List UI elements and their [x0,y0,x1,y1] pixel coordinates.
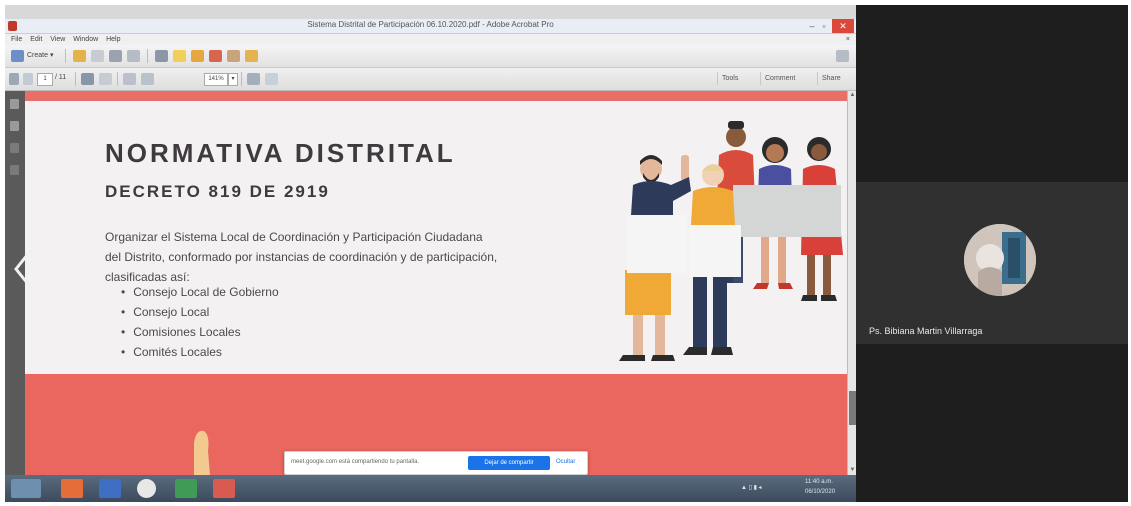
close-button[interactable]: ✕ [832,19,854,33]
minimize-button[interactable]: – [806,19,818,33]
page-total: / 11 [55,74,67,81]
screen-share-notice: meet.google.com está compartiendo tu pan… [284,451,588,475]
toolbar-divider [241,72,242,86]
main-toolbar: Create ▾ [5,45,856,68]
slide-content: NORMATIVA DISTRITAL DECRETO 819 DE 2919 … [25,101,847,374]
create-icon[interactable] [11,50,24,62]
toolbar-divider [147,49,148,63]
hand-illustration [194,430,210,475]
toolbar-divider [117,72,118,86]
participant-tile[interactable]: Ps. Bibiana Martin Villarraga [856,182,1128,344]
protest-illustration [619,121,843,361]
attachments-icon[interactable] [10,165,19,175]
print-icon[interactable] [109,50,122,62]
avatar-photo-icon [964,224,1036,296]
save-icon[interactable] [91,50,104,62]
avatar [964,224,1036,296]
start-icon[interactable] [11,479,41,498]
zoom-in-icon[interactable] [141,73,154,85]
expand-icon[interactable] [836,50,849,62]
forms-icon[interactable] [245,50,258,62]
hand-tool-icon[interactable] [99,73,112,85]
settings-icon[interactable] [155,50,168,62]
signatures-icon[interactable] [10,143,19,153]
next-page-icon[interactable] [23,73,33,85]
maximize-button[interactable]: ▫ [818,19,830,33]
select-tool-icon[interactable] [81,73,94,85]
document-scrollbar[interactable]: ▲ ▼ [847,91,856,475]
window-title: Sistema Distrital de Participación 06.10… [307,20,554,29]
scrollbar-thumb[interactable] [849,391,856,425]
combine-icon[interactable] [227,50,240,62]
acrobat-taskbar-icon[interactable] [213,479,235,498]
menu-edit[interactable]: Edit [30,34,42,45]
participant-name: Ps. Bibiana Martin Villarraga [869,326,983,336]
slide-intro: Organizar el Sistema Local de Coordinaci… [105,230,498,284]
fit-width-icon[interactable] [265,73,278,85]
scroll-up-arrow[interactable]: ▲ [848,91,856,100]
hide-notice-button[interactable]: Ocultar [556,459,575,465]
menu-bar: File Edit View Window Help × [5,34,856,45]
video-panel: Ps. Bibiana Martin Villarraga [856,5,1128,502]
toolbar-divider [75,72,76,86]
document-close-button[interactable]: × [846,34,850,45]
share-button[interactable]: Share [817,72,845,85]
menu-help[interactable]: Help [106,34,120,45]
menu-file[interactable]: File [11,34,22,45]
open-folder-icon[interactable] [73,50,86,62]
zoom-input[interactable]: 141% [204,73,228,86]
pdf-icon[interactable] [209,50,222,62]
comment-icon[interactable] [173,50,186,62]
taskbar-date: 06/10/2020 [805,489,836,495]
slide-heading: NORMATIVA DISTRITAL [105,138,456,168]
stamp-icon[interactable] [191,50,204,62]
previous-slide-arrow-icon[interactable] [10,245,38,293]
list-item: Consejo Local de Gobierno [121,282,278,302]
page-number-input[interactable]: 1 [37,73,53,86]
word-icon[interactable] [99,479,121,498]
slide-top-band [25,91,847,101]
menu-window[interactable]: Window [73,34,98,45]
chrome-icon[interactable] [137,479,156,498]
tools-button[interactable]: Tools [717,72,742,85]
slide-subheading: DECRETO 819 DE 2919 [105,182,330,201]
comment-button[interactable]: Comment [760,72,799,85]
taskbar-time: 11:40 a.m. [805,479,833,485]
zoom-out-icon[interactable] [123,73,136,85]
navigation-toolbar: 1 / 11 141% ▾ Tools Comment Share [5,68,856,91]
tray-icons[interactable]: ▲ ▯ ▮ ◂ [741,484,762,491]
create-button[interactable]: Create ▾ [27,51,53,59]
stop-sharing-button[interactable]: Dejar de compartir [468,456,550,470]
bookmarks-icon[interactable] [10,121,19,131]
zoom-dropdown[interactable]: ▾ [228,73,238,86]
email-icon[interactable] [127,50,140,62]
slide-bullet-list: Consejo Local de Gobierno Consejo Local … [121,282,279,362]
list-item: Comités Locales [121,342,279,362]
share-notice-text: meet.google.com está compartiendo tu pan… [291,459,420,465]
previous-page-icon[interactable] [9,73,19,85]
window-titlebar: Sistema Distrital de Participación 06.10… [5,19,856,34]
excel-icon[interactable] [175,479,197,498]
menu-view[interactable]: View [50,34,65,45]
fit-page-icon[interactable] [247,73,260,85]
list-item: Comisiones Locales [121,322,279,342]
shared-screen: Sistema Distrital de Participación 06.10… [5,5,856,502]
page-thumbnails-icon[interactable] [10,99,19,109]
powerpoint-icon[interactable] [61,479,83,498]
toolbar-divider [65,49,66,63]
screen-frame: Sistema Distrital de Participación 06.10… [5,5,1128,502]
scroll-down-arrow[interactable]: ▼ [848,466,856,475]
windows-taskbar: ▲ ▯ ▮ ◂ 11:40 a.m. 06/10/2020 [5,475,856,502]
list-item: Consejo Local [121,302,279,322]
